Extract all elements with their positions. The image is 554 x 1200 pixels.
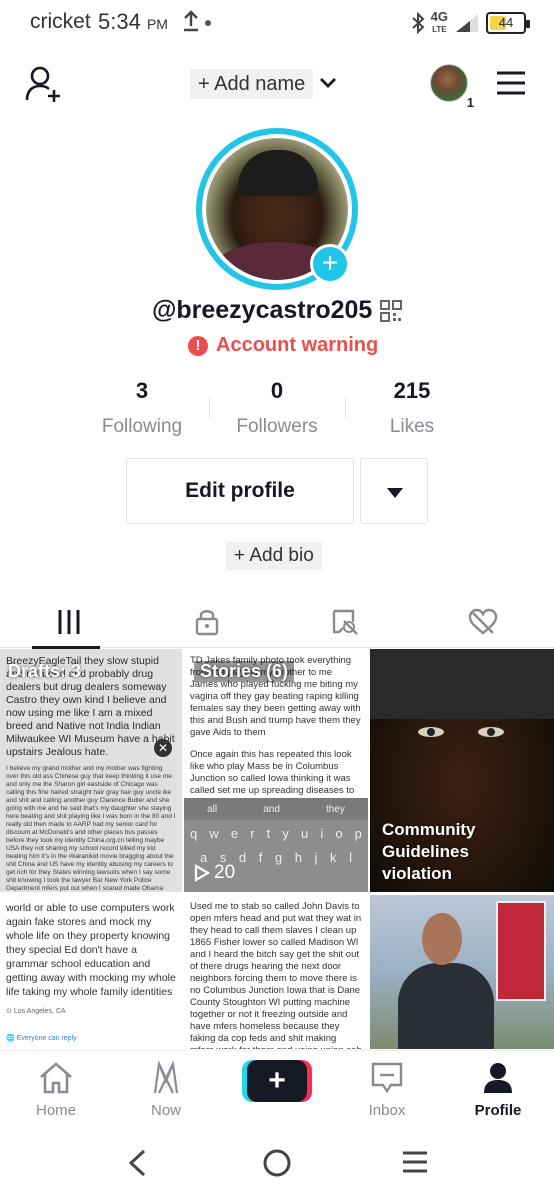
add-story-plus-icon[interactable]: + (310, 244, 350, 284)
video-tile[interactable]: world or able to use computers work agai… (0, 895, 182, 1049)
account-avatar (430, 64, 468, 102)
plus-icon: + (247, 1060, 307, 1102)
add-name-button[interactable]: + Add name (190, 69, 314, 99)
reply-setting: 🌐 Everyone can reply (6, 1035, 77, 1042)
inbox-icon (371, 1062, 403, 1094)
violation-label: Community Guidelines violation (382, 820, 476, 883)
profile-icon (484, 1063, 512, 1093)
divider (345, 396, 346, 418)
suggested-accounts-dropdown-button[interactable] (360, 458, 428, 524)
create-button[interactable]: + (242, 1060, 312, 1102)
tab-videos[interactable] (0, 596, 138, 649)
lock-icon (195, 610, 219, 636)
tagged-icon (332, 609, 358, 635)
chevron-down-icon[interactable] (318, 74, 338, 92)
clock: 5:34 PM (98, 9, 168, 34)
recent-apps-icon[interactable] (402, 1150, 428, 1174)
now-icon (153, 1059, 179, 1094)
violation-video-tile[interactable]: Community Guidelines violation (370, 649, 554, 892)
profile-tabs (0, 596, 554, 649)
account-warning-label: Account warning (216, 334, 379, 356)
nav-now[interactable]: Now (126, 1059, 206, 1119)
stat-likes[interactable]: 215 Likes (352, 378, 472, 438)
drafts-tile[interactable]: BreezyEagleTail they slow stupid and ret… (0, 649, 182, 892)
stories-label: Stories (6) (194, 661, 295, 682)
tab-liked[interactable] (414, 596, 552, 648)
stat-followers[interactable]: 0 Followers (217, 378, 337, 438)
account-count-badge: 1 (466, 95, 474, 110)
nav-home[interactable]: Home (16, 1061, 96, 1119)
status-icons: 4G LTE 44 (411, 9, 530, 36)
hamburger-menu-icon[interactable] (496, 70, 526, 96)
tab-private[interactable] (138, 596, 276, 648)
stat-following[interactable]: 3 Following (82, 378, 202, 438)
account-warning[interactable]: ! Account warning (188, 334, 378, 357)
battery-icon: 44 (486, 12, 530, 34)
liked-icon (468, 608, 498, 635)
tab-tagged[interactable] (276, 596, 414, 648)
add-friend-icon[interactable] (24, 64, 64, 104)
location-tag: ⊙ Los Angeles, CA (6, 1008, 66, 1015)
divider (209, 396, 210, 418)
video-tile[interactable]: Used me to stab so called John Davis to … (184, 895, 368, 1049)
system-nav-bar (0, 1126, 554, 1200)
play-icon (194, 864, 210, 882)
carrier-name: cricket (30, 10, 91, 33)
username-row: @breezycastro205 (152, 296, 403, 325)
close-icon[interactable]: ✕ (154, 739, 172, 757)
status-bar: cricket 5:34 PM 4G LTE 44 (0, 0, 554, 46)
warning-icon: ! (188, 335, 208, 356)
view-count: 20 (194, 862, 235, 884)
qr-code-icon[interactable] (380, 299, 403, 322)
edit-profile-button[interactable]: Edit profile (126, 458, 354, 524)
notification-dot (205, 20, 211, 26)
bluetooth-icon (411, 12, 425, 34)
video-tile[interactable] (370, 895, 554, 1049)
add-bio-button[interactable]: + Add bio (226, 542, 322, 570)
grid-icon (58, 610, 80, 634)
drafts-label: Drafts: 3 (8, 661, 82, 681)
stories-tile[interactable]: TD Jakes family photo took everything fr… (184, 649, 368, 892)
home-icon (40, 1062, 72, 1094)
profile-stats: 3 Following 0 Followers 215 Likes (0, 378, 554, 448)
home-circle-icon[interactable] (262, 1148, 292, 1178)
signal-icon (456, 14, 478, 32)
username: @breezycastro205 (152, 296, 373, 324)
network-type: 4G LTE (430, 9, 448, 34)
upload-icon (184, 10, 198, 32)
nav-inbox[interactable]: Inbox (347, 1061, 427, 1119)
nav-profile[interactable]: Profile (458, 1061, 538, 1119)
account-switcher[interactable]: 1 (430, 64, 474, 110)
video-grid: BreezyEagleTail they slow stupid and ret… (0, 649, 554, 1049)
back-icon[interactable] (126, 1148, 148, 1178)
